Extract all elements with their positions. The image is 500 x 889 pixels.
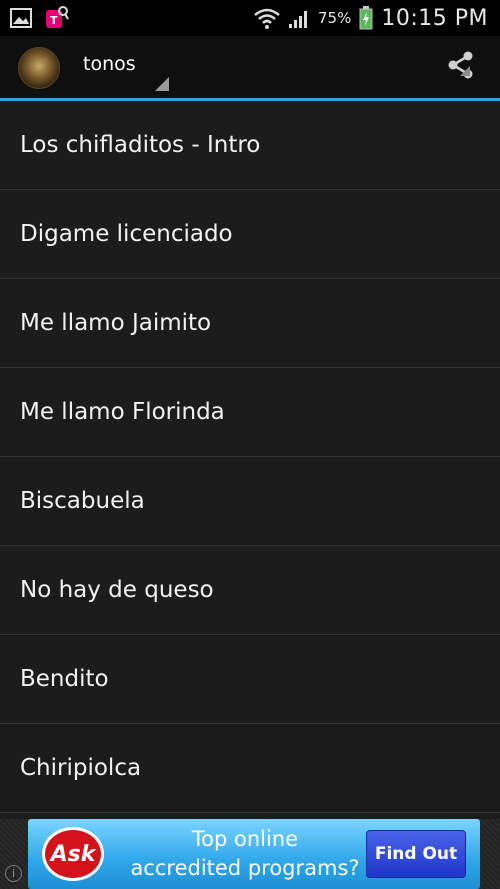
overflow-indicator-icon bbox=[460, 66, 470, 76]
list-item[interactable]: Los chifladitos - Intro bbox=[0, 101, 500, 190]
list-item-label: Digame licenciado bbox=[20, 221, 233, 247]
wifi-icon bbox=[254, 8, 280, 29]
ringtone-list: Los chifladitos - Intro Digame licenciad… bbox=[0, 101, 500, 813]
clock: 10:15 PM bbox=[381, 5, 488, 31]
list-item-label: Me llamo Florinda bbox=[20, 399, 225, 425]
battery-charging-icon bbox=[359, 6, 373, 30]
spinner-indicator-icon bbox=[155, 77, 169, 91]
list-item[interactable]: Biscabuela bbox=[0, 457, 500, 546]
list-item-label: Bendito bbox=[20, 666, 109, 692]
list-item[interactable]: Me llamo Jaimito bbox=[0, 279, 500, 368]
ad-copy: Top online accredited programs? bbox=[120, 825, 370, 883]
battery-percent: 75% bbox=[318, 9, 352, 27]
ad-bar: i Ask Top online accredited programs? Fi… bbox=[0, 819, 500, 889]
list-item-label: Los chifladitos - Intro bbox=[20, 132, 261, 158]
list-item[interactable]: Bendito bbox=[0, 635, 500, 724]
ad-info-icon[interactable]: i bbox=[5, 865, 22, 882]
list-item[interactable]: Me llamo Florinda bbox=[0, 368, 500, 457]
list-item[interactable]: Digame licenciado bbox=[0, 190, 500, 279]
page-title: tonos bbox=[83, 53, 136, 75]
image-icon bbox=[10, 8, 32, 28]
ad-banner[interactable]: Ask Top online accredited programs? Find… bbox=[28, 819, 480, 889]
list-item-label: Biscabuela bbox=[20, 488, 145, 514]
share-button[interactable] bbox=[446, 50, 482, 84]
status-bar: T 75% 10:15 PM bbox=[0, 0, 500, 36]
app-avatar-icon[interactable] bbox=[18, 47, 60, 89]
svg-text:T: T bbox=[50, 14, 58, 27]
action-bar: tonos bbox=[0, 36, 500, 101]
list-item-label: No hay de queso bbox=[20, 577, 214, 603]
list-item-label: Chiripiolca bbox=[20, 755, 142, 781]
ad-copy-line1: Top online bbox=[191, 827, 299, 851]
title-spinner[interactable]: tonos bbox=[83, 53, 169, 93]
ad-copy-line2: accredited programs? bbox=[130, 856, 360, 880]
list-item[interactable]: No hay de queso bbox=[0, 546, 500, 635]
ask-logo: Ask bbox=[42, 827, 104, 881]
tmobile-icon: T bbox=[46, 6, 69, 28]
signal-icon bbox=[289, 11, 307, 28]
list-item[interactable]: Chiripiolca bbox=[0, 724, 500, 813]
list-item-label: Me llamo Jaimito bbox=[20, 310, 212, 336]
find-out-button[interactable]: Find Out bbox=[366, 830, 466, 878]
